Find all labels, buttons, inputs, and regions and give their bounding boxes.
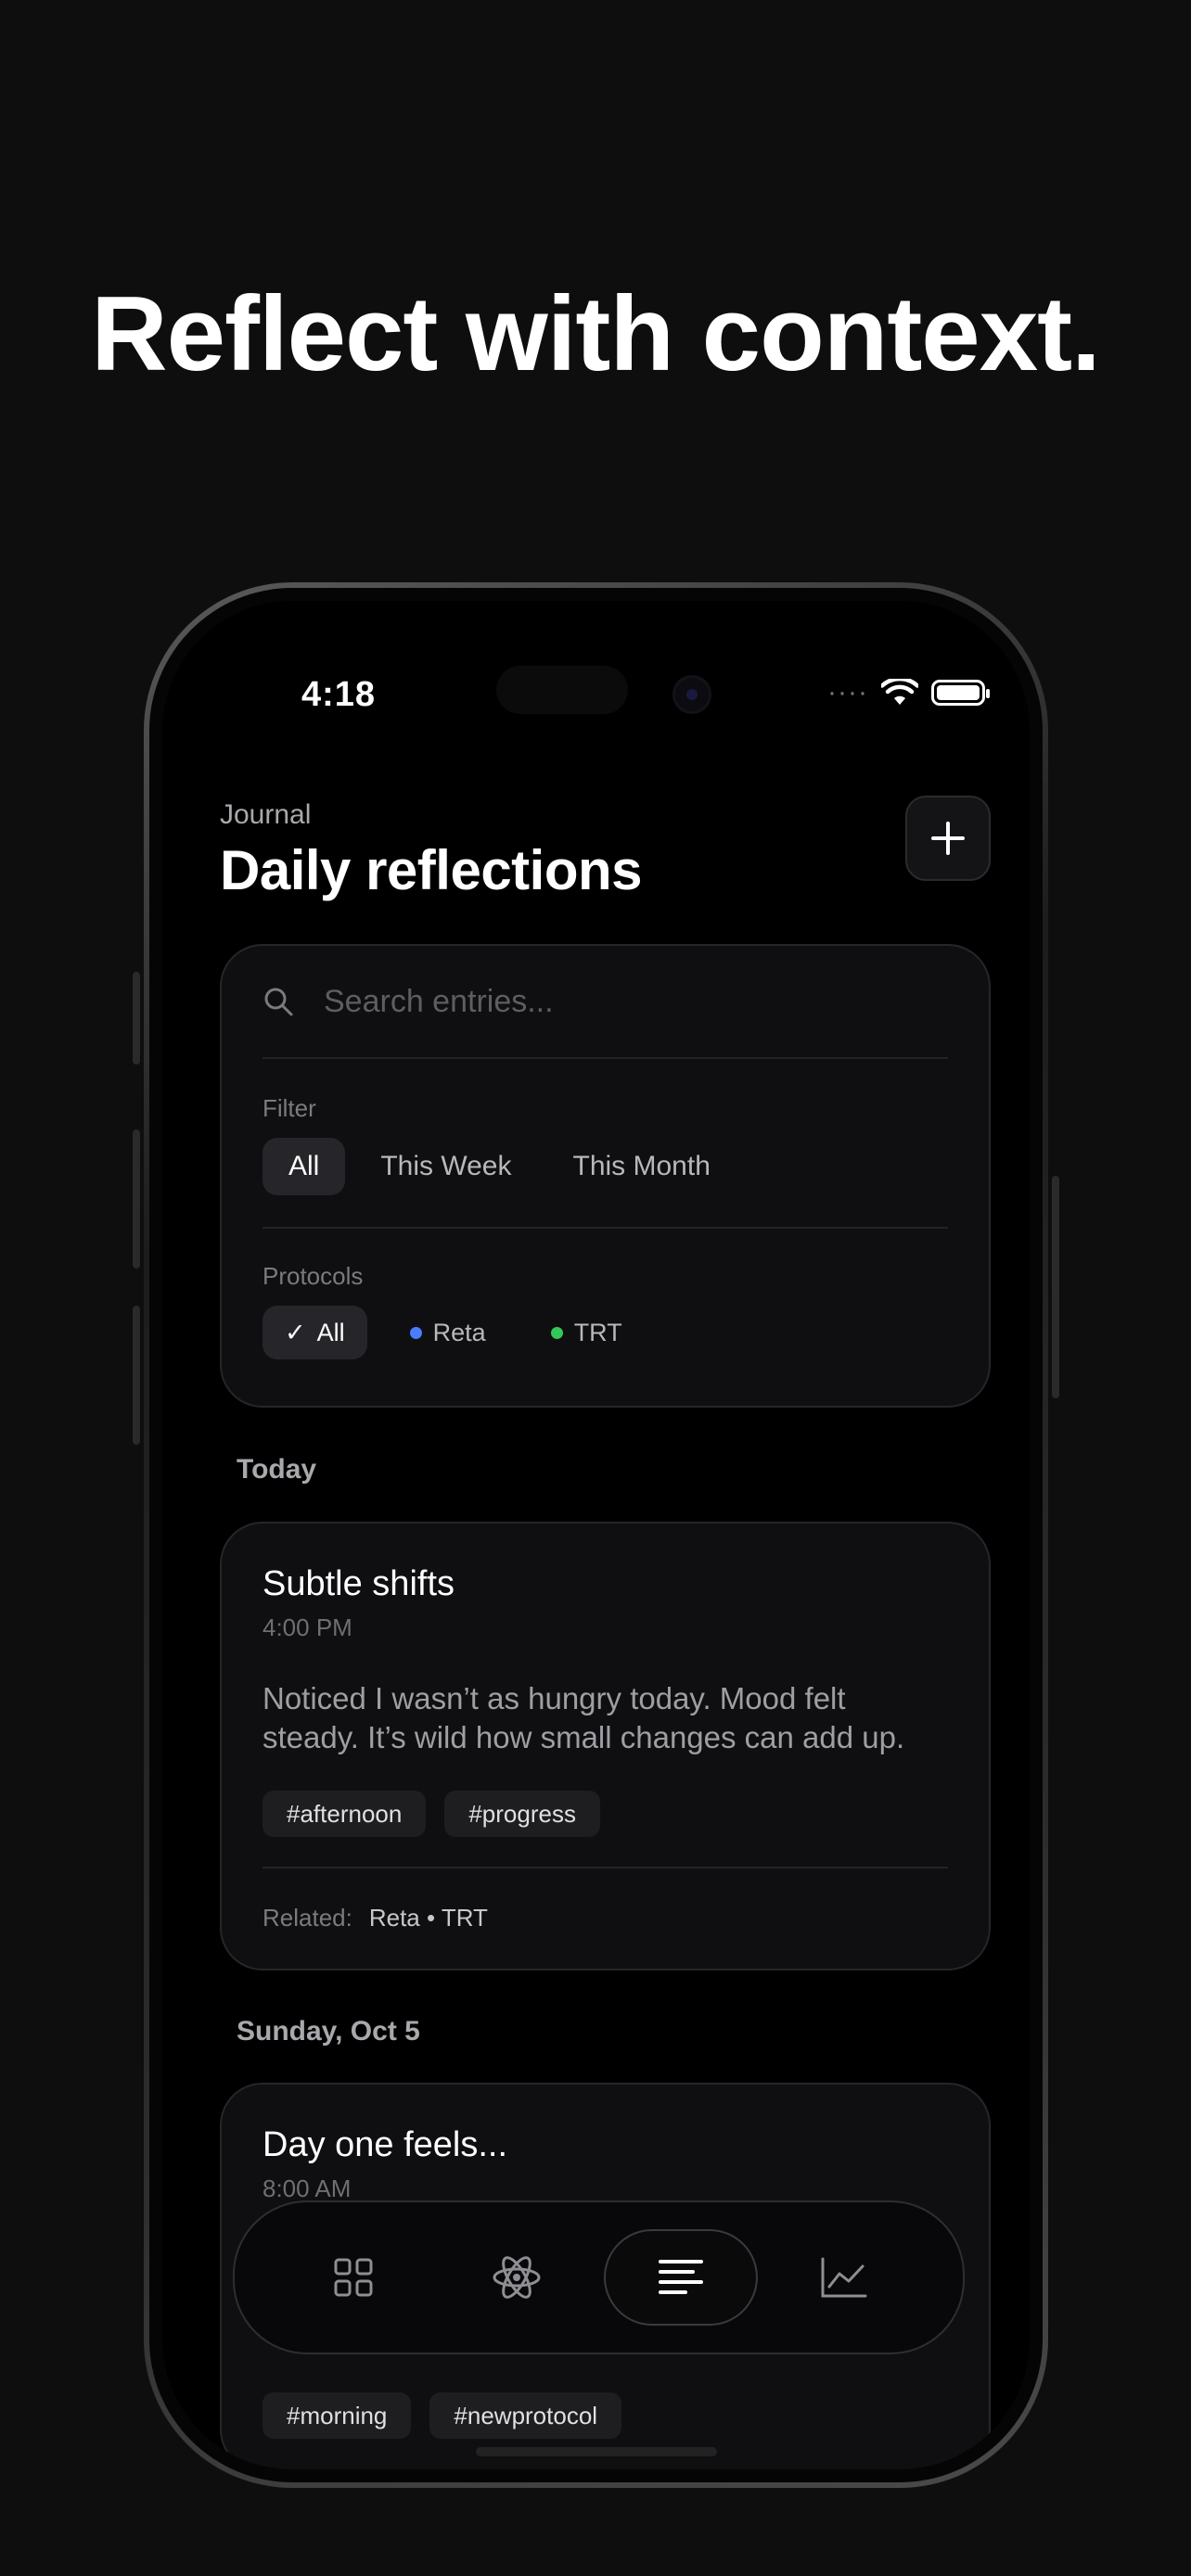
phone-frame: 4:18 ···· Journal Daily reflections Sear… [133,582,1059,2488]
status-time: 4:18 [301,675,377,714]
trt-dot-icon [550,1326,563,1339]
tab-dashboard[interactable] [276,2229,430,2326]
search-bar[interactable] [263,946,948,1059]
entry-title: Subtle shifts [263,1564,455,1603]
protocols-label: Protocols [263,1262,364,1290]
journal-entry-card[interactable]: Subtle shifts 4:00 PM Noticed I wasn’t a… [220,1522,991,1970]
reta-dot-icon [409,1326,422,1339]
protocol-reta-chip[interactable]: Reta [388,1306,508,1359]
entry-time: 4:00 PM [263,1613,352,1641]
divider [263,1227,948,1229]
tag-chip[interactable]: #morning [263,2392,412,2439]
camera-lens [672,675,711,714]
tab-protocols[interactable] [440,2229,594,2326]
entry-title: Day one feels... [263,2125,508,2164]
home-indicator [475,2447,717,2456]
grid-icon [334,2258,373,2297]
chart-icon [821,2257,867,2298]
volume-up-button [133,1129,140,1269]
protocol-trt-chip[interactable]: TRT [529,1306,645,1359]
bottom-tab-bar [233,2200,965,2354]
filter-all-chip[interactable]: All [263,1138,346,1195]
battery-icon [931,680,990,706]
related-value: Reta • TRT [368,1903,488,1932]
tag-chip[interactable]: #afternoon [263,1791,427,1837]
tag-chip[interactable]: #newprotocol [429,2392,622,2439]
app-screen: 4:18 ···· Journal Daily reflections Sear… [162,601,1030,2469]
section-label: Journal [220,799,312,830]
protocol-filter: ✓ All Reta TRT [263,1306,948,1359]
volume-down-button [133,1306,140,1445]
tag-chip[interactable]: #progress [444,1791,600,1837]
entry-tags: #morning #newprotocol [263,2392,948,2439]
plus-icon [931,822,965,855]
filter-label: Filter [263,1094,316,1122]
atom-icon [493,2256,541,2299]
day-label-today: Today [237,1454,317,1485]
dynamic-island [496,666,628,714]
checkmark-icon: ✓ [285,1318,306,1346]
protocol-trt-label: TRT [573,1318,622,1346]
tab-journal[interactable] [603,2229,758,2326]
power-button [1052,1176,1059,1398]
date-filter: All This Week This Month [263,1138,948,1195]
page-title: Daily reflections [220,839,643,901]
add-entry-button[interactable] [905,796,991,881]
search-icon [264,988,293,1016]
signal-icon: ···· [827,677,868,708]
status-icons: ···· [827,677,990,708]
entry-time: 8:00 AM [263,2174,352,2202]
search-filter-card: Filter All This Week This Month Protocol… [220,944,991,1408]
entry-body: Noticed I wasn’t as hungry today. Mood f… [263,1681,905,1754]
protocol-reta-label: Reta [432,1318,486,1346]
journal-lines-icon [658,2260,703,2294]
related-protocols: Related: Reta • TRT [263,1867,948,1967]
entry-tags: #afternoon #progress [263,1791,948,1837]
filter-this-week-chip[interactable]: This Week [354,1138,537,1195]
protocol-all-chip[interactable]: ✓ All [263,1306,367,1359]
tab-insights[interactable] [767,2229,921,2326]
action-button [133,972,140,1065]
wifi-icon [881,679,918,705]
protocol-all-label: All [316,1318,345,1346]
marketing-headline: Reflect with context. [91,275,1101,393]
day-label-sunday: Sunday, Oct 5 [237,2016,420,2047]
filter-this-month-chip[interactable]: This Month [547,1138,736,1195]
related-label: Related: [263,1903,352,1932]
search-input[interactable] [324,983,948,1020]
